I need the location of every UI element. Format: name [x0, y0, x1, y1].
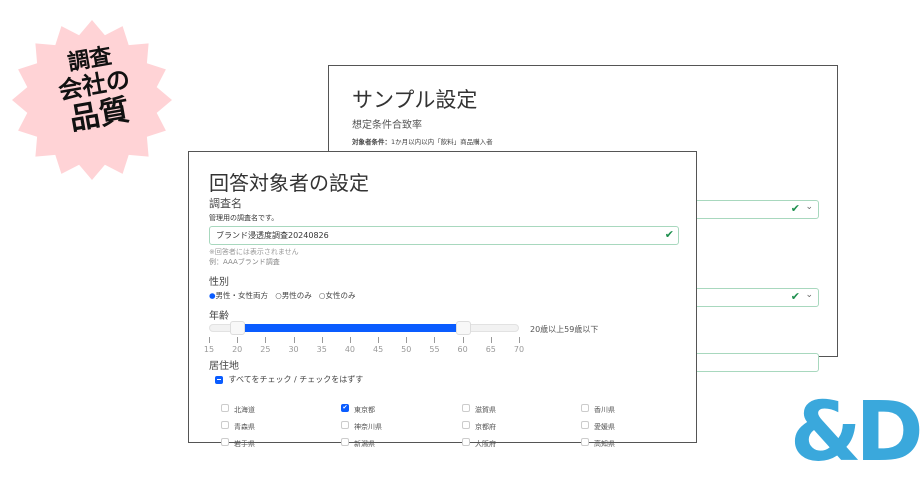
page-title: 回答対象者の設定	[209, 171, 369, 195]
condition-value: 1か月以内以内「飲料」商品購入者	[391, 138, 493, 146]
prefecture-label: 青森県	[234, 423, 255, 431]
slider-max-handle[interactable]	[455, 321, 471, 335]
prefecture-checkbox[interactable]: 高知県	[581, 431, 615, 450]
tick-mark	[434, 337, 436, 343]
tick-label: 60	[457, 345, 468, 354]
tick-mark	[209, 337, 210, 343]
tick-mark	[293, 337, 295, 343]
survey-name-example: 例：AAAブランド調査	[209, 258, 280, 266]
prefecture-label: 高知県	[594, 440, 615, 448]
check-all-toggle[interactable]: すべてをチェック / チェックをはずす	[215, 374, 363, 385]
tick-mark	[462, 337, 464, 343]
tick-label: 20	[232, 345, 243, 354]
prefecture-checkbox[interactable]: 新潟県	[341, 431, 375, 450]
checkbox-icon	[221, 420, 229, 429]
tick-label: 50	[401, 345, 412, 354]
badge-text: 調査 会社の 品質	[39, 40, 152, 140]
condition-text: 対象者条件：1か月以内以内「飲料」商品購入者	[352, 136, 493, 146]
survey-name-note: ※回答者には表示されません	[209, 248, 299, 256]
tick-mark	[378, 337, 380, 343]
survey-name-input[interactable]: ブランド浸透度調査20240826 ✔	[209, 226, 679, 245]
tick-label: 30	[288, 345, 299, 354]
radio-female[interactable]: ○女性のみ	[319, 291, 356, 300]
check-icon: ✔	[664, 228, 674, 241]
check-icon: ✔	[790, 290, 800, 303]
chevron-down-icon: ⌄	[805, 290, 813, 300]
tick-label: 40	[344, 345, 355, 354]
prefecture-checkbox[interactable]: 大阪府	[462, 431, 496, 450]
tick-mark	[406, 337, 408, 343]
slider-fill	[244, 324, 456, 332]
prefecture-label: 滋賀県	[475, 406, 496, 414]
tick-mark	[490, 337, 492, 343]
radio-both[interactable]: ●男性・女性両方	[209, 291, 268, 300]
tick-label: 70	[513, 345, 525, 354]
tick-label: 15	[203, 345, 215, 354]
tick-label: 25	[260, 345, 271, 354]
tick-label: 35	[316, 345, 327, 354]
tick-label: 65	[485, 345, 496, 354]
check-icon: ✔	[790, 202, 800, 215]
survey-name-label: 調査名	[209, 197, 242, 210]
checkbox-icon	[581, 437, 589, 446]
checkbox-icon	[221, 437, 229, 446]
tick-mark	[321, 337, 323, 343]
tick-mark	[349, 337, 351, 343]
checkbox-icon	[462, 403, 470, 412]
prefecture-label: 神奈川県	[354, 423, 382, 431]
prefecture-label: 岩手県	[234, 440, 255, 448]
tick-mark	[519, 337, 520, 343]
tick-label: 55	[429, 345, 440, 354]
prefecture-label: 東京都	[354, 406, 375, 414]
prefecture-checkbox[interactable]: 岩手県	[221, 431, 255, 450]
checkbox-icon	[581, 420, 589, 429]
checkbox-icon	[221, 403, 229, 412]
prefecture-label: 大阪府	[475, 440, 496, 448]
slider-min-handle[interactable]	[230, 321, 246, 335]
checkbox-icon	[462, 420, 470, 429]
brand-logo: &D	[790, 385, 924, 480]
age-summary: 20歳以上59歳以下	[530, 325, 599, 334]
chevron-down-icon: ⌄	[805, 202, 813, 212]
prefecture-label: 北海道	[234, 406, 255, 414]
survey-name-help: 管理用の調査名です。	[209, 214, 279, 222]
checkbox-icon	[341, 437, 349, 446]
prefecture-label: 新潟県	[354, 440, 375, 448]
gender-radio-group: ●男性・女性両方 ○男性のみ ○女性のみ	[209, 290, 355, 301]
checkbox-icon	[462, 437, 470, 446]
page-title: サンプル設定	[352, 88, 478, 112]
survey-name-value: ブランド浸透度調査20240826	[216, 231, 329, 240]
checkbox-icon	[341, 420, 349, 429]
tick-label: 45	[372, 345, 384, 354]
condition-label: 対象者条件：	[352, 138, 391, 146]
prefecture-label: 京都府	[475, 423, 496, 431]
tick-mark	[237, 337, 239, 343]
radio-male[interactable]: ○男性のみ	[275, 291, 312, 300]
prefecture-label: 愛媛県	[594, 423, 615, 431]
checkbox-icon: ✔	[341, 403, 349, 412]
section-heading: 想定条件合致率	[352, 120, 422, 131]
checkbox-icon	[581, 403, 589, 412]
gender-label: 性別	[209, 277, 229, 288]
age-label: 年齢	[209, 311, 229, 322]
residence-label: 居住地	[209, 361, 239, 372]
prefecture-label: 香川県	[594, 406, 615, 414]
tick-mark	[265, 337, 267, 343]
check-all-label: すべてをチェック / チェックをはずす	[228, 375, 364, 384]
respondent-settings-window: 回答対象者の設定 調査名 管理用の調査名です。 ブランド浸透度調査2024082…	[188, 151, 697, 448]
